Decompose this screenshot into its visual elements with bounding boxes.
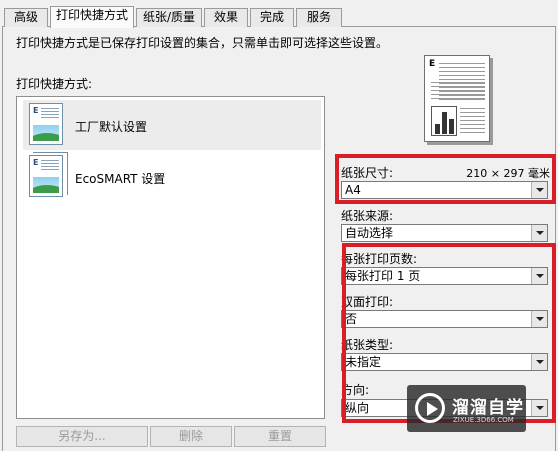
play-logo-icon [415,393,445,423]
paper-source-label: 纸张来源: [341,209,394,223]
tab-strip: 高级 打印快捷方式 纸张/质量 效果 完成 服务 [0,6,558,28]
reset-button[interactable]: 重置 [234,426,326,447]
shortcut-label: 工厂默认设置 [75,120,148,134]
preview-letter-icon: E [429,59,436,69]
paper-source-select[interactable]: 自动选择 [341,224,548,242]
shortcut-item-factory-default[interactable]: E 工厂默认设置 [23,100,321,150]
shortcut-label: EcoSMART 设置 [75,172,166,186]
chevron-down-icon[interactable] [531,225,547,241]
tab-shortcuts[interactable]: 打印快捷方式 [50,6,134,28]
chart-icon [431,106,457,136]
document-icon: E [29,103,63,145]
save-as-button[interactable]: 另存为... [16,426,148,447]
watermark: 溜溜自学 ZIXUE.3D66.COM [407,385,526,432]
shortcuts-list[interactable]: E 工厂默认设置 E EcoSMART 设置 [16,96,325,419]
highlight-paper-size [335,154,556,204]
shortcut-item-ecosmart[interactable]: E EcoSMART 设置 [23,152,321,202]
tab-advanced[interactable]: 高级 [4,8,48,27]
page-preview: E [424,55,490,142]
tab-finishing[interactable]: 完成 [250,8,294,27]
delete-button[interactable]: 删除 [150,426,232,447]
document-stack-icon: E [29,152,68,197]
tab-services[interactable]: 服务 [296,8,342,27]
watermark-url: ZIXUE.3D66.COM [453,416,514,424]
tab-effects[interactable]: 效果 [204,8,248,27]
tab-paper-quality[interactable]: 纸张/质量 [136,8,202,27]
watermark-title: 溜溜自学 [452,398,524,418]
shortcuts-label: 打印快捷方式: [16,77,93,91]
description-text: 打印快捷方式是已保存打印设置的集合，只需单击即可选择这些设置。 [16,36,389,50]
paper-source-value: 自动选择 [345,226,394,240]
